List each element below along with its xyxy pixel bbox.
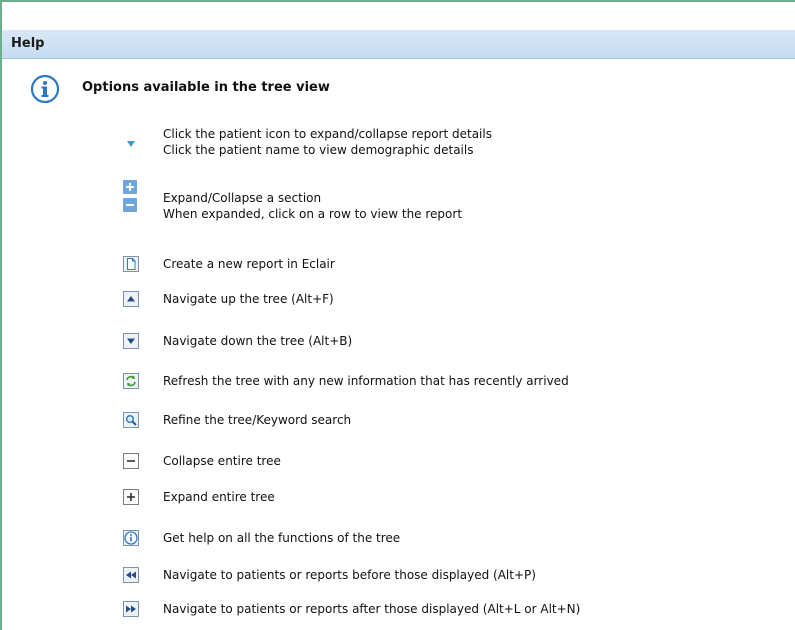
plus-square-icon — [123, 180, 137, 194]
magnifier-icon — [123, 412, 139, 428]
fast-forward-icon — [123, 601, 139, 617]
refresh-text: Refresh the tree with any new informatio… — [163, 374, 569, 388]
minus-square-icon — [123, 198, 137, 212]
nav-prev-text: Navigate to patients or reports before t… — [163, 568, 536, 582]
collapse-all-text: Collapse entire tree — [163, 454, 281, 468]
collapse-all-icon — [123, 453, 139, 469]
help-header: Help — [2, 30, 795, 59]
patient-icon-text-1: Click the patient icon to expand/collaps… — [163, 127, 492, 141]
help-text: Get help on all the functions of the tre… — [163, 531, 401, 545]
new-report-text: Create a new report in Eclair — [163, 257, 335, 271]
patient-icon-text-2: Click the patient name to view demograph… — [163, 143, 474, 157]
expand-section-text-2: When expanded, click on a row to view th… — [163, 207, 463, 221]
refresh-icon — [123, 373, 139, 389]
arrow-up-icon — [123, 291, 139, 307]
expand-section-text-1: Expand/Collapse a section — [163, 191, 322, 205]
refine-text: Refine the tree/Keyword search — [163, 413, 352, 427]
nav-down-text: Navigate down the tree (Alt+B) — [163, 334, 353, 348]
rewind-icon — [123, 567, 139, 583]
info-icon — [30, 74, 60, 104]
new-document-icon — [123, 256, 139, 272]
triangle-down-icon — [127, 141, 135, 147]
header-title: Help — [11, 36, 45, 51]
section-title: Options available in the tree view — [82, 80, 330, 95]
arrow-down-icon — [123, 333, 139, 349]
expand-all-text: Expand entire tree — [163, 490, 275, 504]
nav-next-text: Navigate to patients or reports after th… — [163, 602, 581, 616]
expand-all-icon — [123, 489, 139, 505]
nav-up-text: Navigate up the tree (Alt+F) — [163, 292, 334, 306]
help-icon — [123, 530, 139, 546]
